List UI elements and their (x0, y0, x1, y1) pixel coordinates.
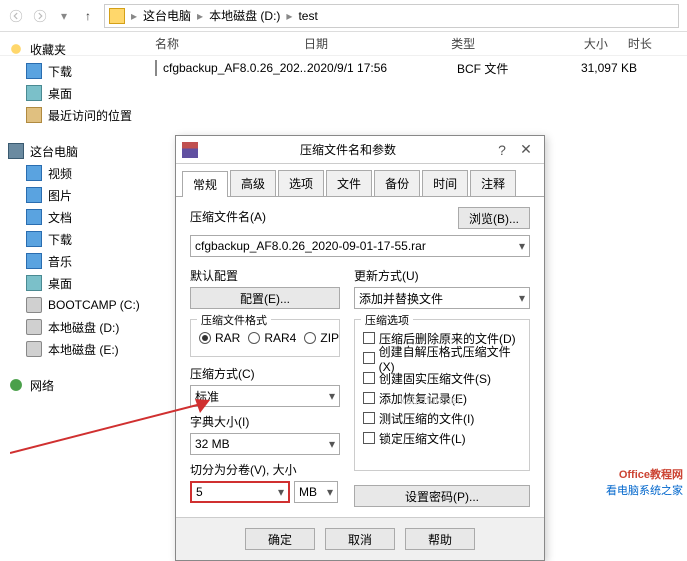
recent-icon (26, 107, 42, 123)
nav-fwd-icon[interactable] (28, 4, 52, 28)
profile-button[interactable]: 配置(E)... (190, 287, 340, 309)
radio-zip[interactable]: ZIP (304, 328, 339, 348)
update-mode-label: 更新方式(U) (354, 267, 530, 284)
download-icon (26, 63, 42, 79)
tree-recent[interactable]: 最近访问的位置 (4, 104, 144, 126)
format-group: 压缩文件格式 RAR RAR4 ZIP (190, 319, 340, 357)
rar-icon (182, 142, 198, 158)
tab-backup[interactable]: 备份 (374, 170, 420, 196)
address-bar: ▾ ↑ ▸ 这台电脑 ▸ 本地磁盘 (D:) ▸ test (0, 0, 687, 32)
crumb-pc[interactable]: 这台电脑 (139, 7, 195, 24)
music-icon (26, 253, 42, 269)
tree-drive-d[interactable]: 本地磁盘 (D:) (4, 316, 144, 338)
archive-name-label: 压缩文件名(A) (190, 208, 452, 225)
split-label: 切分为分卷(V), 大小 (190, 461, 340, 478)
watermark-2: 看电脑系统之家 (606, 482, 683, 498)
help-icon[interactable]: ? (490, 142, 514, 158)
tab-time[interactable]: 时间 (422, 170, 468, 196)
profile-label: 默认配置 (190, 267, 340, 284)
video-icon (26, 165, 42, 181)
browse-button[interactable]: 浏览(B)... (458, 207, 530, 229)
radio-rar4[interactable]: RAR4 (248, 328, 296, 348)
tree-pc[interactable]: 这台电脑 (4, 140, 144, 162)
tree-favorites[interactable]: 收藏夹 (4, 38, 144, 60)
chevron-down-icon: ▾ (327, 485, 333, 499)
col-length[interactable]: 时长 (628, 35, 687, 52)
password-button[interactable]: 设置密码(P)... (354, 485, 530, 507)
chevron-right-icon: ▸ (129, 9, 139, 23)
tab-general[interactable]: 常规 (182, 171, 228, 197)
folder-icon (109, 8, 125, 24)
tree-docs[interactable]: 文档 (4, 206, 144, 228)
drive-icon (26, 319, 42, 335)
tree-drive-e[interactable]: 本地磁盘 (E:) (4, 338, 144, 360)
help-button[interactable]: 帮助 (405, 528, 475, 550)
dialog-title: 压缩文件名和参数 (206, 141, 490, 158)
network-icon (8, 377, 24, 393)
computer-icon (8, 143, 24, 159)
tree-drive-c[interactable]: BOOTCAMP (C:) (4, 294, 144, 316)
cancel-button[interactable]: 取消 (325, 528, 395, 550)
nav-recent-icon[interactable]: ▾ (52, 4, 76, 28)
tree-video[interactable]: 视频 (4, 162, 144, 184)
tab-options[interactable]: 选项 (278, 170, 324, 196)
ok-button[interactable]: 确定 (245, 528, 315, 550)
dict-select[interactable]: 32 MB▾ (190, 433, 340, 455)
tree-desktop2[interactable]: 桌面 (4, 272, 144, 294)
col-date[interactable]: 日期 (304, 35, 451, 52)
col-size[interactable]: 大小 (549, 35, 628, 52)
desktop-icon (26, 85, 42, 101)
drive-icon (26, 297, 42, 313)
chevron-down-icon: ▾ (329, 389, 335, 403)
watermark-faint: kanzhun.net (400, 395, 460, 407)
tab-advanced[interactable]: 高级 (230, 170, 276, 196)
nav-back-icon[interactable] (4, 4, 28, 28)
check-sfx[interactable]: 创建自解压格式压缩文件(X) (363, 348, 521, 368)
document-icon (26, 209, 42, 225)
dialog-footer: 确定 取消 帮助 (176, 517, 544, 560)
crumb-drive[interactable]: 本地磁盘 (D:) (205, 7, 284, 24)
check-lock[interactable]: 锁定压缩文件(L) (363, 428, 521, 448)
radio-rar[interactable]: RAR (199, 328, 240, 348)
archive-name-input[interactable]: cfgbackup_AF8.0.26_2020-09-01-17-55.rar▾ (190, 235, 530, 257)
nav-up-icon[interactable]: ↑ (76, 4, 100, 28)
tree-downloads2[interactable]: 下载 (4, 228, 144, 250)
chevron-right-icon: ▸ (284, 9, 294, 23)
method-label: 压缩方式(C) (190, 365, 340, 382)
dict-label: 字典大小(I) (190, 413, 340, 430)
nav-tree: 收藏夹 下载 桌面 最近访问的位置 这台电脑 视频 图片 文档 下载 音乐 桌面… (4, 38, 144, 396)
chevron-down-icon: ▾ (519, 291, 525, 305)
dialog-tabs: 常规 高级 选项 文件 备份 时间 注释 (176, 164, 544, 197)
chevron-down-icon: ▾ (278, 485, 284, 499)
col-name[interactable]: 名称 (155, 35, 304, 52)
watermark-1: Office教程网 (619, 466, 683, 482)
breadcrumb[interactable]: ▸ 这台电脑 ▸ 本地磁盘 (D:) ▸ test (104, 4, 679, 28)
chevron-right-icon: ▸ (195, 9, 205, 23)
tree-downloads[interactable]: 下载 (4, 60, 144, 82)
check-test[interactable]: 测试压缩的文件(I) (363, 408, 521, 428)
method-select[interactable]: 标准▾ (190, 385, 340, 407)
close-icon[interactable]: ✕ (514, 141, 538, 158)
star-icon (8, 41, 24, 57)
update-mode-select[interactable]: 添加并替换文件▾ (354, 287, 530, 309)
tree-desktop[interactable]: 桌面 (4, 82, 144, 104)
tree-pictures[interactable]: 图片 (4, 184, 144, 206)
chevron-down-icon: ▾ (519, 239, 525, 253)
drive-icon (26, 341, 42, 357)
crumb-folder[interactable]: test (294, 9, 321, 23)
col-type[interactable]: 类型 (451, 35, 549, 52)
dialog-titlebar[interactable]: 压缩文件名和参数 ? ✕ (176, 136, 544, 164)
tree-network[interactable]: 网络 (4, 374, 144, 396)
tab-files[interactable]: 文件 (326, 170, 372, 196)
tree-music[interactable]: 音乐 (4, 250, 144, 272)
desktop-icon (26, 275, 42, 291)
chevron-down-icon: ▾ (329, 437, 335, 451)
tab-comment[interactable]: 注释 (470, 170, 516, 196)
archive-dialog: 压缩文件名和参数 ? ✕ 常规 高级 选项 文件 备份 时间 注释 压缩文件名(… (175, 135, 545, 561)
file-icon (155, 60, 157, 76)
picture-icon (26, 187, 42, 203)
download-icon (26, 231, 42, 247)
